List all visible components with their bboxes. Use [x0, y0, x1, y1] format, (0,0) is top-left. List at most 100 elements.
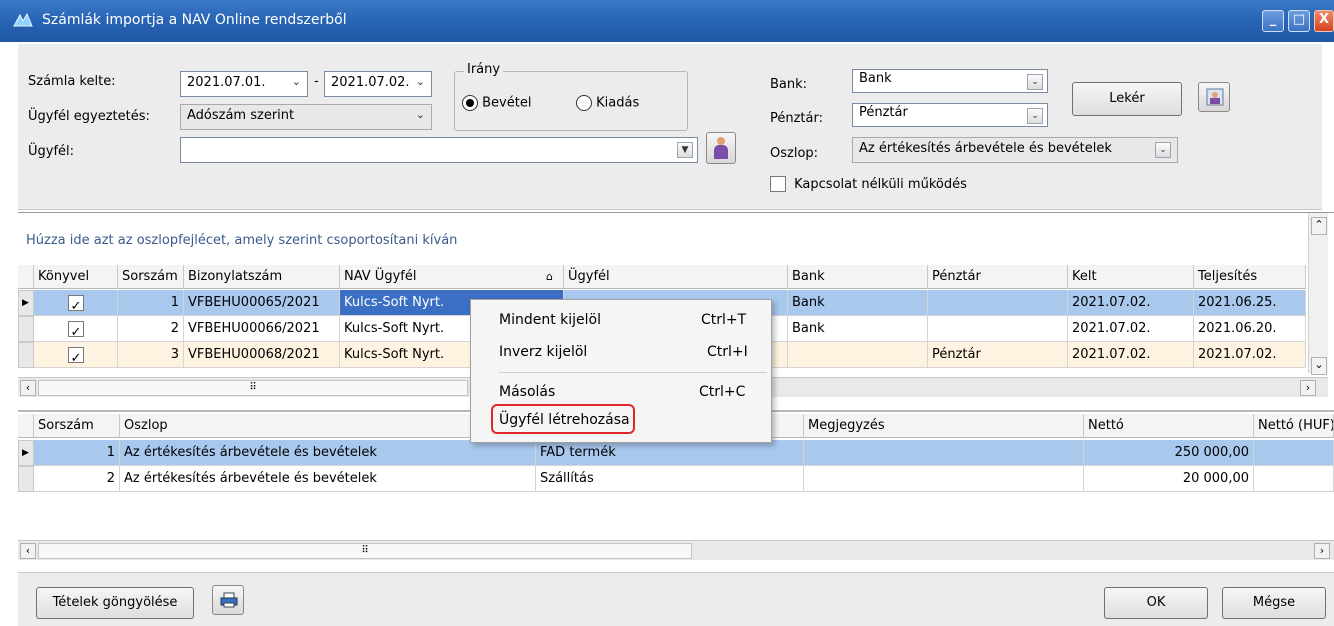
- cell-megnevezes[interactable]: Szállítás: [536, 466, 804, 492]
- menu-item-mindent-kijelol[interactable]: Mindent kijelöl: [499, 312, 601, 328]
- cell-penztar[interactable]: Pénztár: [928, 342, 1068, 368]
- cell-penztar[interactable]: [928, 316, 1068, 342]
- cell-kelt[interactable]: 2021.07.02.: [1068, 290, 1194, 316]
- cell-teljesites[interactable]: 2021.07.02.: [1194, 342, 1306, 368]
- cell-bank[interactable]: Bank: [788, 316, 928, 342]
- hscroll-thumb[interactable]: ⠿: [38, 380, 468, 396]
- col-netto-huf[interactable]: Nettó (HUF): [1254, 414, 1334, 438]
- hscroll-thumb[interactable]: ⠿: [38, 543, 692, 559]
- cell-sorszam[interactable]: 1: [118, 290, 184, 316]
- konyvel-checkbox[interactable]: [34, 342, 118, 368]
- col-kelt[interactable]: Kelt: [1068, 265, 1194, 289]
- col-konyvel[interactable]: Könyvel: [34, 265, 118, 289]
- irany-label: Irány: [464, 62, 504, 77]
- cell-oszlop[interactable]: Az értékesítés árbevétele és bevételek: [120, 440, 536, 466]
- row-header-corner: [18, 265, 34, 289]
- col-megjegyzes[interactable]: Megjegyzés: [804, 414, 1084, 438]
- printer-icon: [220, 592, 238, 608]
- row-selector[interactable]: [18, 342, 34, 368]
- radio-bevetel[interactable]: Bevétel: [462, 95, 531, 111]
- offline-checkbox[interactable]: Kapcsolat nélküli működés: [770, 176, 967, 192]
- col-penztar[interactable]: Pénztár: [928, 265, 1068, 289]
- cell-bank[interactable]: [788, 342, 928, 368]
- leker-button[interactable]: Lekér: [1072, 82, 1182, 116]
- ok-button[interactable]: OK: [1104, 587, 1208, 619]
- cell-megjegyzes[interactable]: [804, 440, 1084, 466]
- ugyfel-select[interactable]: ▼: [180, 137, 698, 163]
- col-sorszam[interactable]: Sorszám: [34, 414, 120, 438]
- row-selector[interactable]: ▶: [18, 440, 34, 466]
- ugyfel-egyeztetes-value: Adószám szerint: [187, 108, 295, 123]
- col-nav-ugyfel[interactable]: NAV Ügyfél ⌂: [340, 265, 564, 289]
- scroll-left-icon[interactable]: ‹: [20, 543, 36, 559]
- close-button[interactable]: X: [1314, 10, 1334, 32]
- cell-netto[interactable]: 250 000,00: [1084, 440, 1254, 466]
- maximize-button[interactable]: □: [1288, 10, 1310, 32]
- oszlop-select[interactable]: Az értékesítés árbevétele és bevételek ⌄: [852, 137, 1178, 163]
- cell-teljesites[interactable]: 2021.06.20.: [1194, 316, 1306, 342]
- export-button[interactable]: [1198, 82, 1230, 112]
- date-to-picker[interactable]: 2021.07.02. ⌄: [324, 71, 432, 97]
- checkbox-icon: [67, 320, 84, 341]
- ugyfel-lookup-button[interactable]: [706, 132, 736, 164]
- cancel-button[interactable]: Mégse: [1222, 587, 1326, 619]
- date-to-value: 2021.07.02.: [331, 75, 410, 90]
- menu-shortcut-mindent: Ctrl+T: [701, 312, 747, 328]
- cell-teljesites[interactable]: 2021.06.25.: [1194, 290, 1306, 316]
- cell-megjegyzes[interactable]: [804, 466, 1084, 492]
- col-ugyfel[interactable]: Ügyfél: [564, 265, 788, 289]
- penztar-select[interactable]: Pénztár ⌄: [852, 103, 1048, 127]
- scroll-down-icon[interactable]: ⌄: [1311, 357, 1327, 375]
- menu-item-inverz-kijelol[interactable]: Inverz kijelöl: [499, 344, 587, 360]
- grid1-vscroll[interactable]: ⌃ ⌄: [1308, 213, 1328, 375]
- dropdown-arrow-icon: ⌄: [1155, 142, 1171, 158]
- person-icon: [714, 137, 728, 159]
- cell-bank[interactable]: Bank: [788, 290, 928, 316]
- scroll-left-icon[interactable]: ‹: [20, 380, 36, 396]
- tetelek-gongyolese-button[interactable]: Tételek göngyölése: [36, 587, 194, 619]
- date-from-picker[interactable]: 2021.07.01. ⌄: [180, 71, 308, 97]
- cell-netto[interactable]: 20 000,00: [1084, 466, 1254, 492]
- col-netto[interactable]: Nettó: [1084, 414, 1254, 438]
- konyvel-checkbox[interactable]: [34, 316, 118, 342]
- cell-sorszam[interactable]: 2: [118, 316, 184, 342]
- chevron-down-icon: ⌄: [415, 108, 425, 121]
- menu-item-masolas[interactable]: Másolás: [499, 384, 555, 400]
- col-bank[interactable]: Bank: [788, 265, 928, 289]
- cell-kelt[interactable]: 2021.07.02.: [1068, 342, 1194, 368]
- konyvel-checkbox[interactable]: [34, 290, 118, 316]
- bank-select[interactable]: Bank ⌄: [852, 69, 1048, 93]
- menu-shortcut-inverz: Ctrl+I: [707, 344, 748, 360]
- print-button[interactable]: [212, 585, 244, 615]
- col-bizonylatszam[interactable]: Bizonylatszám: [184, 265, 340, 289]
- cell-sorszam[interactable]: 2: [34, 466, 120, 492]
- row-selector[interactable]: [18, 316, 34, 342]
- cell-sorszam[interactable]: 1: [34, 440, 120, 466]
- radio-bevetel-label: Bevétel: [482, 95, 532, 111]
- chevron-down-icon: ⌄: [415, 75, 425, 88]
- penztar-value: Pénztár: [859, 105, 908, 120]
- grid2-hscroll[interactable]: ‹ ⠿ ›: [18, 540, 1334, 560]
- scroll-up-icon[interactable]: ⌃: [1311, 217, 1327, 235]
- cell-netto-huf[interactable]: [1254, 466, 1334, 492]
- cell-bizonylat[interactable]: VFBEHU00066/2021: [184, 316, 340, 342]
- col-teljesites[interactable]: Teljesítés: [1194, 265, 1306, 289]
- radio-kiadas[interactable]: Kiadás: [576, 95, 639, 111]
- cell-megnevezes[interactable]: FAD termék: [536, 440, 804, 466]
- col-sorszam[interactable]: Sorszám: [118, 265, 184, 289]
- cell-oszlop[interactable]: Az értékesítés árbevétele és bevételek: [120, 466, 536, 492]
- scroll-right-icon[interactable]: ›: [1300, 380, 1316, 396]
- row-selector[interactable]: [18, 466, 34, 492]
- minimize-button[interactable]: _: [1262, 10, 1284, 32]
- cell-bizonylat[interactable]: VFBEHU00065/2021: [184, 290, 340, 316]
- sort-icon: ⌂: [546, 270, 553, 283]
- cell-penztar[interactable]: [928, 290, 1068, 316]
- ugyfel-egyeztetes-select[interactable]: Adószám szerint ⌄: [180, 104, 432, 130]
- cell-netto-huf[interactable]: [1254, 440, 1334, 466]
- radio-bevetel-indicator: [462, 95, 478, 111]
- cell-sorszam[interactable]: 3: [118, 342, 184, 368]
- cell-bizonylat[interactable]: VFBEHU00068/2021: [184, 342, 340, 368]
- scroll-right-icon[interactable]: ›: [1314, 543, 1330, 559]
- cell-kelt[interactable]: 2021.07.02.: [1068, 316, 1194, 342]
- row-selector[interactable]: ▶: [18, 290, 34, 316]
